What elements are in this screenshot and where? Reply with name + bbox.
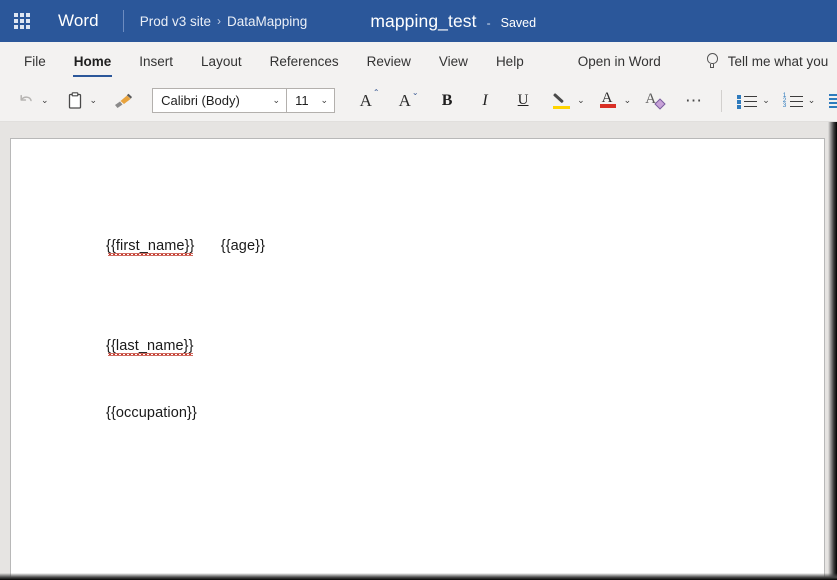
toolbar-separator (721, 89, 723, 112)
suite-header-bar: Word Prod v3 site › DataMapping mapping_… (0, 0, 837, 42)
clipboard-icon (68, 91, 81, 109)
bulleted-list-button[interactable] (735, 86, 759, 116)
waffle-grid-icon (14, 13, 30, 29)
document-title-area: mapping_test - Saved (370, 11, 536, 32)
document-line-2[interactable]: {{last_name}} (106, 338, 194, 356)
tab-review[interactable]: Review (353, 42, 425, 80)
format-painter-button[interactable] (111, 86, 135, 116)
clear-formatting-button[interactable]: A (643, 86, 667, 116)
header-divider (122, 10, 124, 32)
tab-help[interactable]: Help (482, 42, 538, 80)
font-color-icon: A (599, 90, 618, 111)
tab-insert[interactable]: Insert (125, 42, 187, 80)
bold-button[interactable]: B (434, 86, 460, 116)
grow-font-button[interactable]: A⌃ (355, 86, 383, 116)
app-launcher-button[interactable] (0, 0, 44, 42)
tab-home[interactable]: Home (60, 42, 126, 80)
font-size-select[interactable]: 11 ⌄ (286, 89, 334, 112)
align-button[interactable] (825, 86, 837, 116)
paste-button[interactable] (63, 86, 87, 116)
title-dash: - (486, 15, 491, 30)
bulleted-list-icon (737, 94, 758, 109)
numbered-list-icon: 1 2 3 (783, 92, 803, 108)
document-page[interactable]: {{first_name}} {{age}} {{last_name}} {{o… (10, 138, 825, 580)
app-name-label[interactable]: Word (44, 11, 99, 31)
shrink-font-button[interactable]: A⌄ (394, 86, 422, 116)
font-color-dropdown-chevron-icon[interactable]: ⌄ (624, 96, 632, 105)
home-toolbar: ⌄ ⌄ Calibri (Body) ⌄ 11 ⌄ A⌃ A⌄ B I U ⌄ … (0, 80, 837, 122)
save-status-label[interactable]: Saved (501, 16, 536, 30)
highlight-button[interactable] (550, 86, 574, 116)
font-name-select[interactable]: Calibri (Body) ⌄ (153, 89, 286, 112)
word-online-window: Word Prod v3 site › DataMapping mapping_… (0, 0, 837, 580)
undo-button[interactable] (14, 86, 38, 116)
document-canvas: {{first_name}} {{age}} {{last_name}} {{o… (0, 122, 837, 580)
font-controls: Calibri (Body) ⌄ 11 ⌄ (152, 88, 336, 113)
tell-me-search[interactable]: Tell me what you (705, 42, 829, 80)
breadcrumb[interactable]: Prod v3 site › DataMapping (140, 14, 308, 29)
paste-dropdown-chevron-icon[interactable]: ⌄ (90, 96, 98, 105)
grow-font-icon: A⌃ (359, 88, 380, 110)
font-name-chevron-icon: ⌄ (272, 95, 281, 105)
tab-file[interactable]: File (10, 42, 60, 80)
underline-icon: U (517, 92, 529, 108)
font-size-value: 11 (295, 93, 309, 108)
right-edge-shadow (828, 122, 837, 580)
document-line-3[interactable]: {{occupation}} (106, 405, 197, 421)
open-in-word-button[interactable]: Open in Word (564, 42, 675, 80)
ribbon-tab-bar: File Home Insert Layout References Revie… (0, 42, 837, 80)
italic-button[interactable]: I (472, 86, 498, 116)
lightbulb-icon (705, 52, 720, 70)
merge-field-first-name[interactable]: {{first_name}} (106, 238, 194, 256)
underline-button[interactable]: U (510, 86, 536, 116)
undo-icon (20, 94, 32, 101)
breadcrumb-site[interactable]: Prod v3 site (140, 14, 211, 29)
merge-field-last-name[interactable]: {{last_name}} (106, 338, 194, 356)
bulleted-list-dropdown-chevron-icon[interactable]: ⌄ (762, 96, 770, 105)
bottom-edge-shadow (0, 573, 837, 580)
document-line-1[interactable]: {{first_name}} {{age}} (106, 238, 265, 256)
tab-view[interactable]: View (425, 42, 482, 80)
shrink-font-icon: A⌄ (398, 88, 419, 110)
ellipsis-icon: ⋯ (684, 91, 704, 110)
align-icon (828, 94, 837, 108)
font-name-value: Calibri (Body) (161, 93, 240, 108)
italic-icon: I (482, 91, 488, 109)
numbered-list-button[interactable]: 1 2 3 (781, 86, 805, 116)
breadcrumb-folder[interactable]: DataMapping (227, 14, 307, 29)
merge-field-occupation[interactable]: {{occupation}} (106, 405, 197, 421)
font-size-chevron-icon: ⌄ (320, 95, 329, 105)
font-color-button[interactable]: A (597, 86, 621, 116)
breadcrumb-separator-icon: › (217, 14, 222, 28)
bold-icon: B (441, 91, 453, 109)
numbered-list-dropdown-chevron-icon[interactable]: ⌄ (808, 96, 816, 105)
format-painter-icon (115, 93, 133, 108)
highlight-dropdown-chevron-icon[interactable]: ⌄ (577, 96, 585, 105)
more-options-button[interactable]: ⋯ (681, 86, 707, 116)
tell-me-placeholder: Tell me what you (727, 53, 829, 69)
document-title[interactable]: mapping_test (370, 11, 476, 32)
undo-dropdown-chevron-icon[interactable]: ⌄ (41, 96, 49, 105)
highlighter-icon (552, 91, 572, 111)
tab-layout[interactable]: Layout (187, 42, 256, 80)
tab-references[interactable]: References (256, 42, 353, 80)
clear-formatting-icon: A (645, 91, 666, 111)
merge-field-age[interactable]: {{age}} (221, 238, 265, 254)
